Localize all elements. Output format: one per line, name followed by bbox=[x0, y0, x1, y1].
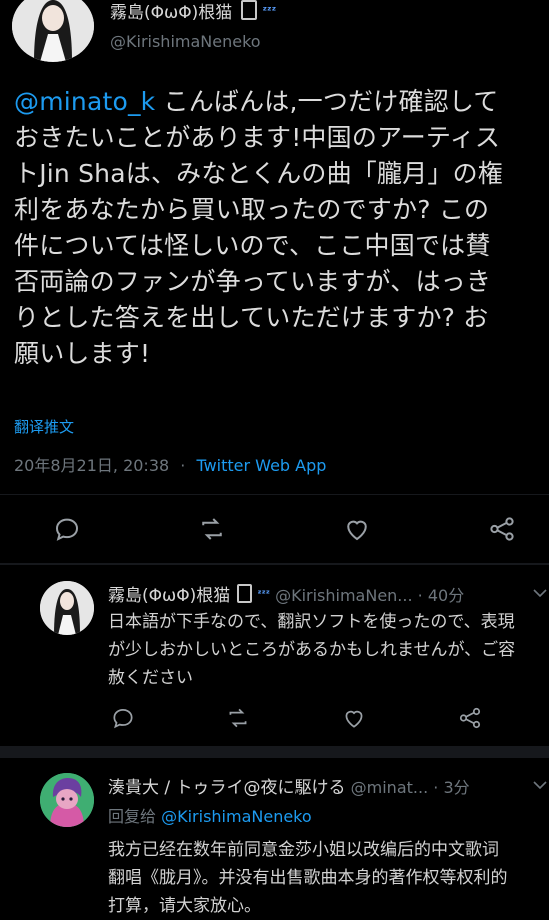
separator-dot: · bbox=[180, 456, 186, 475]
handle[interactable]: @minat... bbox=[351, 778, 429, 797]
tweet-line: トJin Shaは、みなとくんの曲「朧月」の権 bbox=[14, 159, 503, 188]
tweet-line: りとした答えを出していただけますか? お bbox=[14, 303, 489, 332]
tweet-line: 利をあなたから買い取ったのですか? この bbox=[14, 195, 490, 224]
heart-icon[interactable] bbox=[342, 514, 372, 544]
chevron-down-icon[interactable] bbox=[532, 776, 548, 795]
reply-body: 日本語が下手なので、翻訳ソフトを使ったので、表現 が少しおかしいところがあるかも… bbox=[108, 608, 549, 692]
tweet-body: @minato_k こんばんは,一つだけ確認して おきたいことがあります!中国の… bbox=[14, 84, 549, 372]
reply-body: 我方已经在数年前同意金莎小姐以改编后的中文歌词 翻唱《胧月》。并没有出售歌曲本身… bbox=[108, 836, 549, 920]
tweet-line: @minato_k こんばんは,一つだけ確認して bbox=[14, 87, 499, 116]
share-icon[interactable] bbox=[457, 705, 483, 731]
tweet-line: おきたいことがあります!中国のアーティス bbox=[14, 123, 501, 152]
display-name[interactable]: 霧島(ΦωΦ)根猫 bbox=[110, 3, 232, 23]
tweet-line: 願いします! bbox=[14, 339, 151, 368]
source-link[interactable]: Twitter Web App bbox=[196, 456, 326, 475]
share-icon[interactable] bbox=[487, 514, 517, 544]
divider bbox=[0, 563, 549, 565]
avatar[interactable] bbox=[40, 581, 94, 635]
reply-line: 赦ください bbox=[108, 668, 193, 688]
handle[interactable]: @KirishimaNen... bbox=[275, 586, 412, 605]
reply-line: 日本語が下手なので、翻訳ソフトを使ったので、表現 bbox=[108, 612, 515, 632]
reply-to-label: 回复给 bbox=[108, 807, 157, 826]
separator-dot: · bbox=[417, 586, 423, 605]
reply-line: が少しおかしいところがあるかもしれませんが、ご容 bbox=[108, 640, 516, 660]
reply-icon[interactable] bbox=[110, 705, 136, 731]
time-ago[interactable]: 3分 bbox=[443, 778, 469, 797]
section-divider bbox=[0, 746, 549, 758]
reply-line: 打算，请大家放心。 bbox=[108, 896, 261, 916]
chevron-down-icon[interactable] bbox=[532, 584, 548, 603]
translate-tweet-link[interactable]: 翻译推文 bbox=[14, 416, 74, 437]
mention-link[interactable]: @minato_k bbox=[14, 87, 155, 116]
timestamp[interactable]: 20年8月21日, 20:38 bbox=[14, 456, 169, 475]
time-ago[interactable]: 40分 bbox=[428, 586, 464, 605]
divider bbox=[0, 494, 549, 495]
avatar[interactable] bbox=[12, 0, 94, 62]
separator-dot: · bbox=[433, 778, 439, 797]
phone-icon bbox=[241, 0, 258, 20]
reply-line: 我方已经在数年前同意金莎小姐以改编后的中文歌词 bbox=[108, 840, 499, 860]
retweet-icon[interactable] bbox=[197, 514, 227, 544]
reply-line: 翻唱《胧月》。并没有出售歌曲本身的著作权等权利的 bbox=[108, 868, 508, 888]
zzz-icon: ᶻᶻᶻ bbox=[257, 589, 270, 600]
tweet-line: 件については怪しいので、ここ中国では賛 bbox=[14, 231, 491, 260]
reply-icon[interactable] bbox=[52, 514, 82, 544]
zzz-icon: ᶻᶻᶻ bbox=[262, 4, 277, 17]
display-name[interactable]: 湊貴大 / トゥライ@夜に駆ける bbox=[108, 778, 346, 798]
heart-icon[interactable] bbox=[341, 705, 367, 731]
retweet-icon[interactable] bbox=[225, 705, 251, 731]
phone-icon bbox=[237, 584, 253, 603]
avatar[interactable] bbox=[40, 773, 94, 827]
reply-to-mention[interactable]: @KirishimaNeneko bbox=[161, 807, 312, 826]
display-name[interactable]: 霧島(ΦωΦ)根猫 bbox=[108, 586, 230, 606]
handle[interactable]: @KirishimaNeneko bbox=[110, 32, 261, 51]
tweet-line: 否両論のファンが争っていますが、はっき bbox=[14, 267, 492, 296]
